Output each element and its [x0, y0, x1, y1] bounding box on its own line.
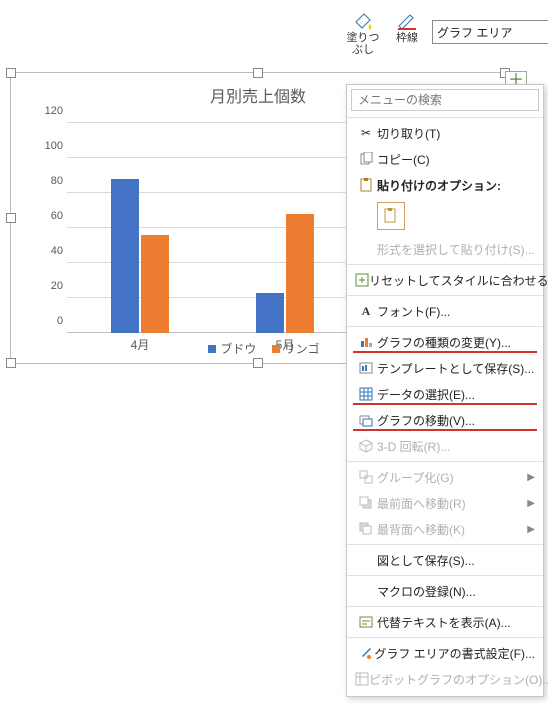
bar-series2-cat2[interactable] — [286, 214, 314, 333]
menu-save-as-picture[interactable]: 図として保存(S)... — [347, 547, 543, 573]
y-tick: 80 — [35, 175, 63, 187]
chart-mini-toolbar: 塗りつぶし 枠線 グラフ エリア ▾ — [340, 10, 548, 58]
plot-area[interactable]: 120 100 80 60 40 20 0 4月 5月 — [67, 123, 357, 333]
y-tick: 60 — [35, 210, 63, 222]
menu-reset-style[interactable]: リセットしてスタイルに合わせる(A) — [347, 267, 543, 293]
menu-change-chart-type[interactable]: グラフの種類の変更(Y)... — [347, 329, 543, 355]
move-chart-icon — [355, 413, 377, 427]
bar-series1-cat2[interactable] — [256, 293, 284, 333]
context-menu: ✂ 切り取り(T) コピー(C) 貼り付けのオプション: 形式を選択して貼り付け… — [346, 84, 544, 697]
group-icon — [355, 470, 377, 484]
paste-option-button[interactable] — [347, 198, 543, 236]
menu-assign-macro[interactable]: マクロの登録(N)... — [347, 578, 543, 604]
menu-send-back: 最背面へ移動(K) ▶ — [347, 516, 543, 542]
legend-label: ブドウ — [220, 342, 256, 356]
format-area-icon — [355, 646, 374, 660]
menu-paste-options: 貼り付けのオプション: — [347, 172, 543, 198]
legend-swatch-icon — [272, 345, 280, 353]
bar-series1-cat1[interactable] — [111, 179, 139, 333]
y-tick: 40 — [35, 245, 63, 257]
menu-select-data[interactable]: データの選択(E)... — [347, 381, 543, 407]
scissors-icon: ✂ — [355, 126, 377, 140]
fill-button[interactable]: 塗りつぶし — [344, 12, 382, 56]
highlight-underline — [353, 403, 537, 405]
chart-type-icon — [355, 335, 377, 349]
legend-swatch-icon — [208, 345, 216, 353]
menu-save-template[interactable]: テンプレートとして保存(S)... — [347, 355, 543, 381]
submenu-arrow-icon: ▶ — [527, 472, 535, 483]
submenu-arrow-icon: ▶ — [527, 498, 535, 509]
menu-alt-text[interactable]: 代替テキストを表示(A)... — [347, 609, 543, 635]
menu-search-input[interactable] — [351, 89, 539, 111]
font-icon: A — [355, 304, 377, 319]
resize-handle[interactable] — [6, 358, 16, 368]
selector-value: グラフ エリア — [437, 24, 512, 41]
menu-move-chart[interactable]: グラフの移動(V)... — [347, 407, 543, 433]
menu-font[interactable]: A フォント(F)... — [347, 298, 543, 324]
clipboard-paste-icon — [383, 208, 399, 224]
y-tick: 0 — [35, 315, 63, 327]
fill-label: 塗りつぶし — [344, 32, 382, 56]
highlight-underline — [353, 351, 537, 353]
paint-bucket-icon — [352, 12, 374, 30]
resize-handle[interactable] — [6, 213, 16, 223]
resize-handle[interactable] — [6, 68, 16, 78]
select-data-icon — [355, 387, 377, 401]
clipboard-icon — [355, 178, 377, 192]
pen-outline-icon — [396, 12, 418, 30]
resize-handle[interactable] — [253, 68, 263, 78]
y-tick: 20 — [35, 280, 63, 292]
reset-style-icon — [355, 273, 369, 287]
cube-icon — [355, 439, 377, 453]
submenu-arrow-icon: ▶ — [527, 524, 535, 535]
bring-front-icon — [355, 496, 377, 510]
send-back-icon — [355, 522, 377, 536]
legend-label: リンゴ — [284, 342, 320, 356]
menu-group: グループ化(G) ▶ — [347, 464, 543, 490]
menu-format-chart-area[interactable]: グラフ エリアの書式設定(F)... — [347, 640, 543, 666]
bar-series2-cat1[interactable] — [141, 235, 169, 333]
menu-bring-front: 最前面へ移動(R) ▶ — [347, 490, 543, 516]
resize-handle[interactable] — [253, 358, 263, 368]
y-tick: 100 — [35, 140, 63, 152]
menu-copy[interactable]: コピー(C) — [347, 146, 543, 172]
copy-icon — [355, 152, 377, 166]
y-tick: 120 — [35, 105, 63, 117]
menu-paste-special: 形式を選択して貼り付け(S)... — [347, 236, 543, 262]
menu-cut[interactable]: ✂ 切り取り(T) — [347, 120, 543, 146]
menu-3d-rotation: 3-D 回転(R)... — [347, 433, 543, 459]
menu-pivot-options: ピボットグラフのオプション(O)... — [347, 666, 543, 692]
chart-element-selector[interactable]: グラフ エリア ▾ — [432, 20, 548, 44]
outline-button[interactable]: 枠線 — [388, 12, 426, 44]
highlight-underline — [353, 429, 537, 431]
alt-text-icon — [355, 615, 377, 629]
save-template-icon — [355, 361, 377, 375]
pivot-icon — [355, 672, 369, 686]
outline-label: 枠線 — [388, 32, 426, 44]
